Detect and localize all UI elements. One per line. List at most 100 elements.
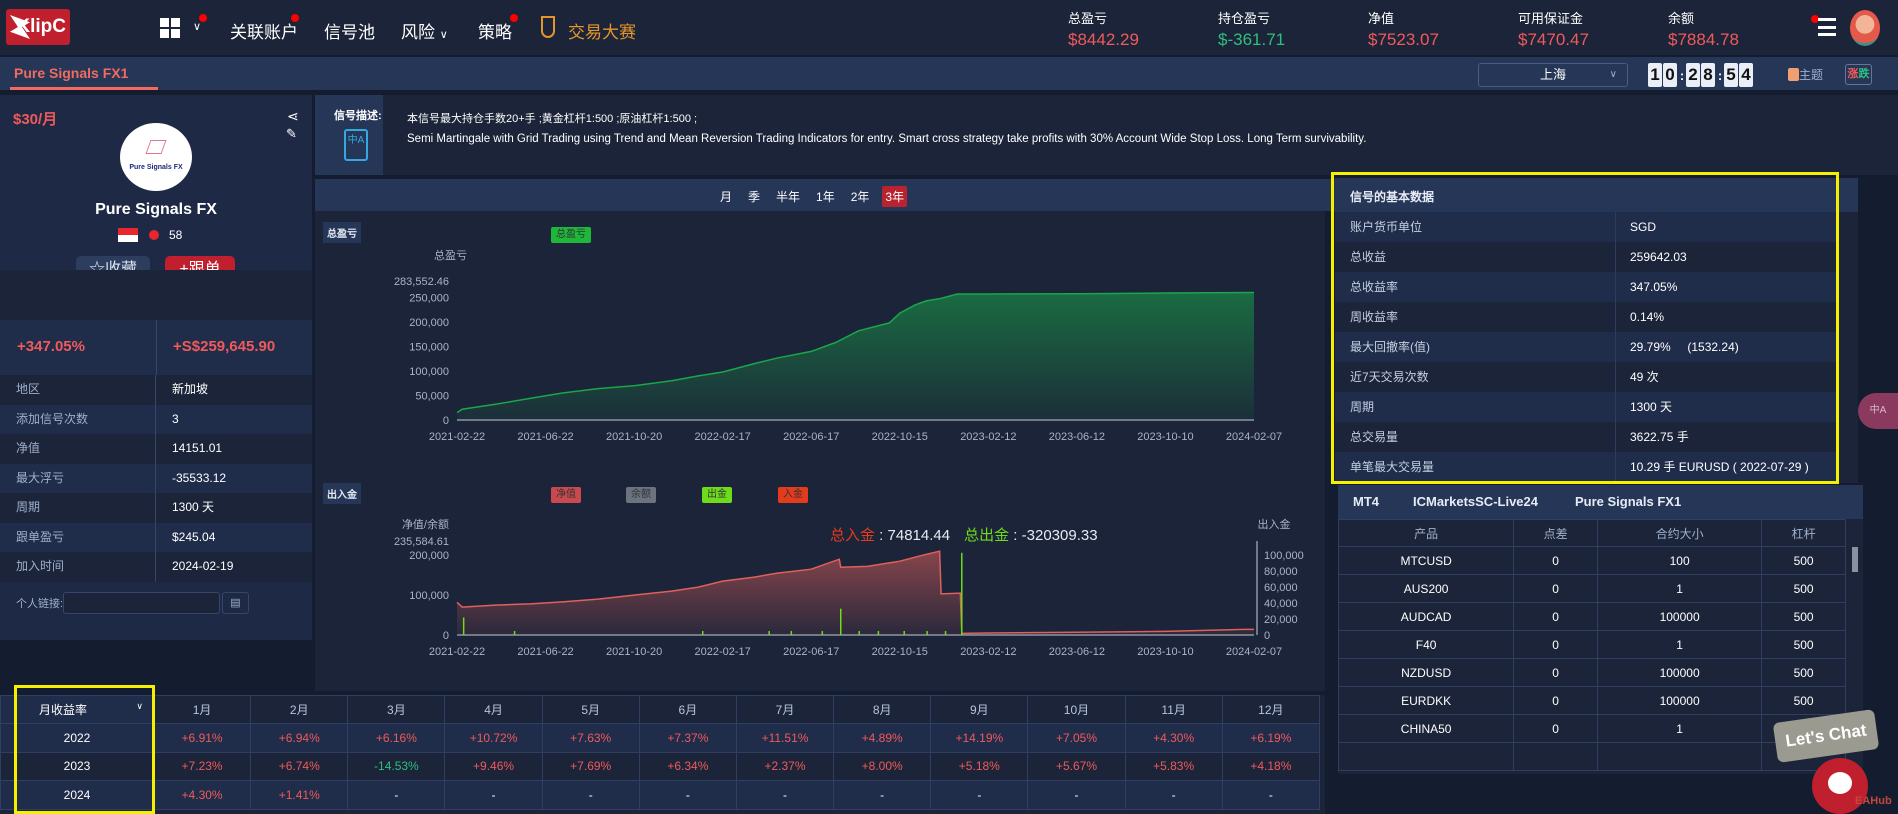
table-row[interactable]: AUS200 0 1 500 [1338,574,1846,603]
monthly-return-cell: - [347,780,446,810]
cashflow-bar [790,631,793,635]
return-summary: +347.05% +S$259,645.90 [0,320,312,375]
table-row[interactable]: MTCUSD 0 100 500 [1338,546,1846,575]
table-cell: 0 [1513,658,1599,687]
x-tick-label: 2021-06-22 [517,431,573,443]
monthly-return-cell: - [444,780,543,810]
month-header: 2月 [250,695,349,724]
table-cell: 500 [1761,686,1846,715]
cashflow-bar [944,631,947,635]
x-tick-label: 2023-06-12 [1049,431,1105,443]
table-cell: AUDCAD [1338,602,1515,631]
monthly-return-cell: +6.19% [1221,723,1321,753]
table-cell: 0 [1513,574,1599,603]
profile-row-value: 3 [172,411,179,426]
period-1[interactable]: 季 [745,186,763,207]
personal-link-input[interactable] [63,592,220,614]
table-row[interactable]: NZDUSD 0 100000 500 [1338,658,1846,687]
monthly-return-cell: - [930,780,1029,810]
y-max-label: 235,584.61 [394,536,449,548]
chevron-down-icon[interactable]: ∨ [193,20,201,33]
nav-linked-accounts[interactable]: 关联账户 [230,18,298,43]
profile-row-label: 净值 [16,441,41,455]
nav-strategy[interactable]: 策略 [478,18,512,43]
copy-icon[interactable]: ▤ [222,592,249,614]
translate-float-button[interactable]: 中A [1858,393,1898,429]
profile-row-value: -35533.12 [172,470,227,485]
timezone-select[interactable]: 上海 ∨ [1478,63,1628,87]
cashflow-bar [903,631,905,635]
cashflow-bar [840,608,842,635]
fire-count: 58 [169,228,183,242]
month-header: 5月 [541,695,640,724]
x-tick-label: 2021-02-22 [429,646,485,658]
avatar[interactable] [1850,10,1880,46]
x-tick-label: 2023-10-10 [1137,431,1193,443]
table-cell: 500 [1761,546,1846,575]
x-tick-label: 2022-10-15 [872,431,928,443]
share-icon[interactable]: ⋖ [287,108,299,125]
fire-icon [149,230,159,240]
stat-label: 净值 [1368,11,1395,26]
monthly-return-cell: -14.53% [347,751,446,781]
equity-area [457,551,1254,635]
table-cell: 1 [1597,714,1763,743]
nav-signal-pool[interactable]: 信号池 [324,18,375,43]
table-row[interactable]: CHINA5001500 [1338,714,1846,743]
table-cell: 500 [1761,630,1846,659]
scrollbar[interactable] [1852,547,1858,572]
y2-tick-label: 40,000 [1264,598,1298,610]
monthly-return-cell: +5.83% [1124,751,1223,781]
month-header: 10月 [1027,695,1126,724]
period-5[interactable]: 3年 [882,186,908,207]
tab-pure-signals-fx1[interactable]: Pure Signals FX1 [14,65,128,81]
month-header: 1月 [152,695,252,724]
table-cell: 0 [1513,546,1599,575]
profile-row-label: 加入时间 [16,559,65,573]
theme-button[interactable]: 主题 [1788,66,1823,83]
table-cell: MTCUSD [1338,546,1515,575]
updown-color-toggle[interactable]: 涨跌 [1845,64,1872,85]
monthly-return-cell: +9.46% [444,751,543,781]
column-header: 点差 [1513,519,1599,547]
y2-tick-label: 20,000 [1264,614,1298,626]
y-tick-label: 200,000 [409,550,449,562]
cashflow-bar [926,631,928,635]
table-row[interactable]: EURDKK 0 100000 500 [1338,686,1846,715]
stat-value: $7523.07 [1368,30,1439,49]
stat-label: 可用保证金 [1518,11,1584,26]
menu-icon[interactable] [1818,18,1836,36]
active-tab-indicator [10,87,158,90]
cashflow-bar [513,631,516,635]
table-row[interactable]: AUDCAD 0 100000 500 [1338,602,1846,631]
monthly-return-cell: - [833,780,932,810]
monthly-return-cell: - [638,780,737,810]
period-4[interactable]: 2年 [848,186,873,207]
brand-logo[interactable]: KlipC [6,9,70,45]
subscription-price: $30/月 [13,111,58,128]
pnl-area [457,292,1254,420]
translate-icon[interactable]: 中A [344,129,368,161]
edit-icon[interactable]: ✎ [286,126,297,142]
description-en: Semi Martingale with Grid Trading using … [407,133,1367,145]
y-tick-label: 100,000 [409,366,449,378]
y-axis-title-left: 净值/余额 [402,517,449,531]
period-3[interactable]: 1年 [813,186,838,207]
period-2[interactable]: 半年 [773,186,803,207]
monthly-return-cell: +6.16% [347,723,446,753]
nav-trading-contest[interactable]: 交易大赛 [568,18,636,43]
table-cell: 100000 [1597,658,1763,687]
trophy-icon [541,16,555,38]
stat-value: $7470.47 [1518,30,1589,49]
stat-label: 总盈亏 [1068,11,1108,26]
apps-grid-icon[interactable] [160,18,180,38]
period-0[interactable]: 月 [717,186,735,207]
nav-risk[interactable]: 风险 ∨ [401,18,448,43]
table-row[interactable]: F40 0 1 500 [1338,630,1846,659]
top-nav: KlipC ∨ 关联账户 信号池 风险 ∨ 策略 交易大赛 总盈亏 $8442.2… [0,0,1898,55]
table-cell: 0 [1513,602,1599,631]
monthly-return-cell: +5.18% [930,751,1029,781]
stat-label: 持仓盈亏 [1218,11,1271,26]
stat-label: 余额 [1668,11,1695,26]
x-tick-label: 2023-10-10 [1137,646,1193,658]
